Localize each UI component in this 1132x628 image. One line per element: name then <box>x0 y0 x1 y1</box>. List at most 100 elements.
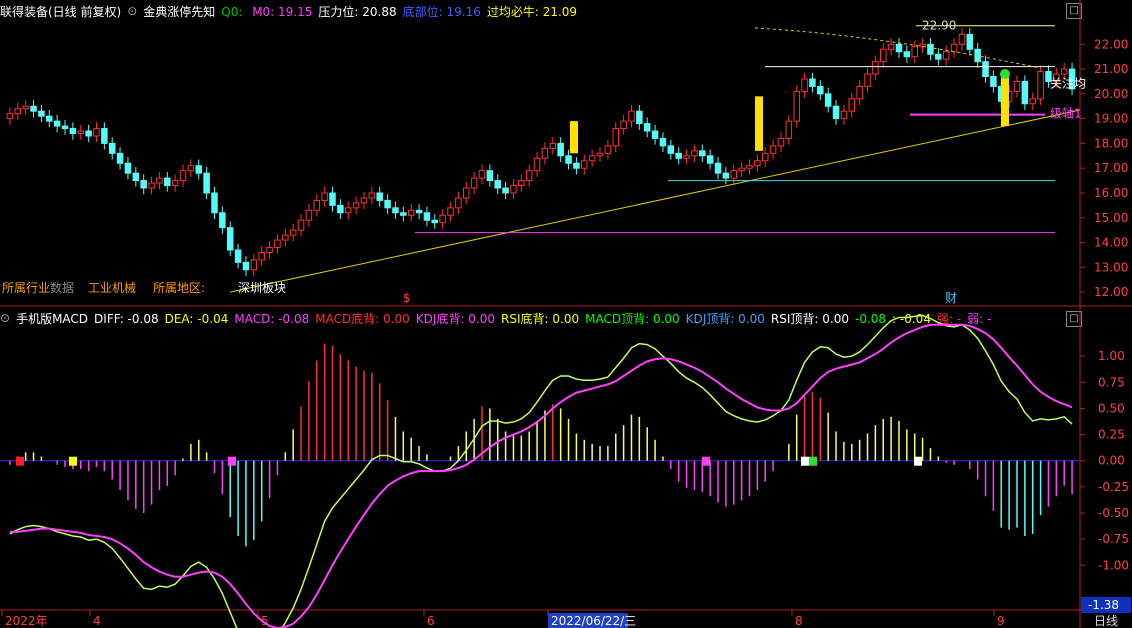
candle-body <box>38 110 45 117</box>
candle-body <box>581 160 588 169</box>
candle-body <box>793 90 800 122</box>
industry-label: 所属行业 <box>2 281 50 295</box>
candle-body <box>691 150 698 157</box>
candle-body <box>667 145 675 154</box>
candle-body <box>415 209 423 214</box>
candle-body <box>706 155 714 164</box>
candle-body <box>982 61 989 78</box>
price-tick-label: 20.00 <box>1094 87 1128 101</box>
candle-body <box>809 78 816 87</box>
right-annotation-2: 级轴1 <box>1050 105 1082 120</box>
candle-body <box>525 170 533 182</box>
price-tick-label: 18.00 <box>1094 136 1128 150</box>
candle-body <box>282 234 289 241</box>
candle-body <box>171 180 179 187</box>
candle-body <box>832 105 840 120</box>
candle-body <box>226 227 234 251</box>
candle-body <box>85 130 92 137</box>
candle-body <box>777 137 785 147</box>
candle-body <box>329 192 336 206</box>
candle-body <box>596 152 604 157</box>
macd-signal-square <box>914 456 922 466</box>
candle-body <box>376 192 383 201</box>
candle-body <box>990 76 997 87</box>
candle-body <box>344 207 352 214</box>
dea-line <box>9 323 1073 628</box>
candle-body <box>879 48 887 63</box>
x-tick-label: 2022年 <box>5 614 48 628</box>
data-label: 数据 <box>50 280 74 295</box>
candle-body <box>699 150 706 157</box>
candle-body <box>164 177 171 187</box>
macd-tick-label: 0.75 <box>1098 375 1125 389</box>
candle-body <box>549 142 557 149</box>
macd-signal-square <box>809 456 817 466</box>
candle-body <box>502 187 509 194</box>
marker-cai: 财 <box>945 291 957 305</box>
candle-body <box>53 120 61 127</box>
candle-body <box>203 172 210 194</box>
macd-tick-label: 0.50 <box>1098 401 1125 415</box>
candle-body <box>486 170 494 182</box>
price-tick-label: 22.00 <box>1094 37 1128 51</box>
x-tick-label: 9 <box>997 614 1005 628</box>
candle-body <box>754 160 761 167</box>
price-tick-label: 12.00 <box>1094 285 1128 299</box>
candle-body <box>132 172 140 182</box>
candle-body <box>659 137 667 147</box>
price-tick-label: 16.00 <box>1094 186 1128 200</box>
candle-body <box>518 180 525 187</box>
candle-body <box>966 33 974 50</box>
candle-body <box>612 128 619 147</box>
candle-body <box>620 120 627 130</box>
signal-bar <box>570 121 578 154</box>
candle-body <box>447 207 454 216</box>
price-tick-label: 13.00 <box>1094 260 1128 274</box>
candle-body <box>179 170 187 182</box>
macd-tick-label: 0.25 <box>1098 428 1125 442</box>
candle-body <box>124 162 132 174</box>
candle-body <box>101 128 108 144</box>
peak-annotation: 22.90 <box>922 18 956 32</box>
candle-body <box>628 110 635 122</box>
candle-body <box>337 204 344 214</box>
candle-body <box>675 152 682 159</box>
candle-body <box>565 155 572 164</box>
macd-signal-square <box>228 456 236 466</box>
diff-line <box>9 314 1073 628</box>
candle-body <box>108 142 116 154</box>
candle-body <box>46 115 53 122</box>
candle-body <box>840 110 848 120</box>
candle-body <box>683 155 690 159</box>
candle-body <box>769 145 777 154</box>
candle-body <box>510 185 517 194</box>
candle-body <box>400 212 407 216</box>
region-value: 深圳板块 <box>238 281 286 295</box>
x-tick-label: 4 <box>93 614 101 628</box>
price-tick-label: 19.00 <box>1094 112 1128 126</box>
candle-body <box>22 105 29 110</box>
candle-body <box>636 110 643 125</box>
candle-body <box>250 259 258 271</box>
macd-current-label: -1.38 <box>1088 598 1119 612</box>
candle-body <box>911 46 918 58</box>
candle-body <box>573 162 580 169</box>
signal-bar <box>1001 74 1009 127</box>
candle-body <box>242 261 250 271</box>
candle-body <box>274 239 281 248</box>
macd-tick-label: 0.00 <box>1098 454 1125 468</box>
candle-body <box>958 33 966 45</box>
price-tick-label: 14.00 <box>1094 236 1128 250</box>
candle-body <box>785 120 793 139</box>
signal-dot <box>1000 69 1010 80</box>
candle-body <box>1037 71 1044 100</box>
candle-body <box>423 212 431 221</box>
macd-signal-square <box>801 456 809 466</box>
period-label: 日线 <box>1094 614 1118 628</box>
candle-body <box>148 182 155 189</box>
candle-body <box>738 167 745 172</box>
kline-chart[interactable]: 22.00 21.00 20.00 19.00 18.00 17.00 16.00 15.00… <box>0 0 1132 628</box>
candle-body <box>69 128 77 135</box>
candle-body <box>368 192 376 199</box>
candle-body <box>61 125 69 130</box>
